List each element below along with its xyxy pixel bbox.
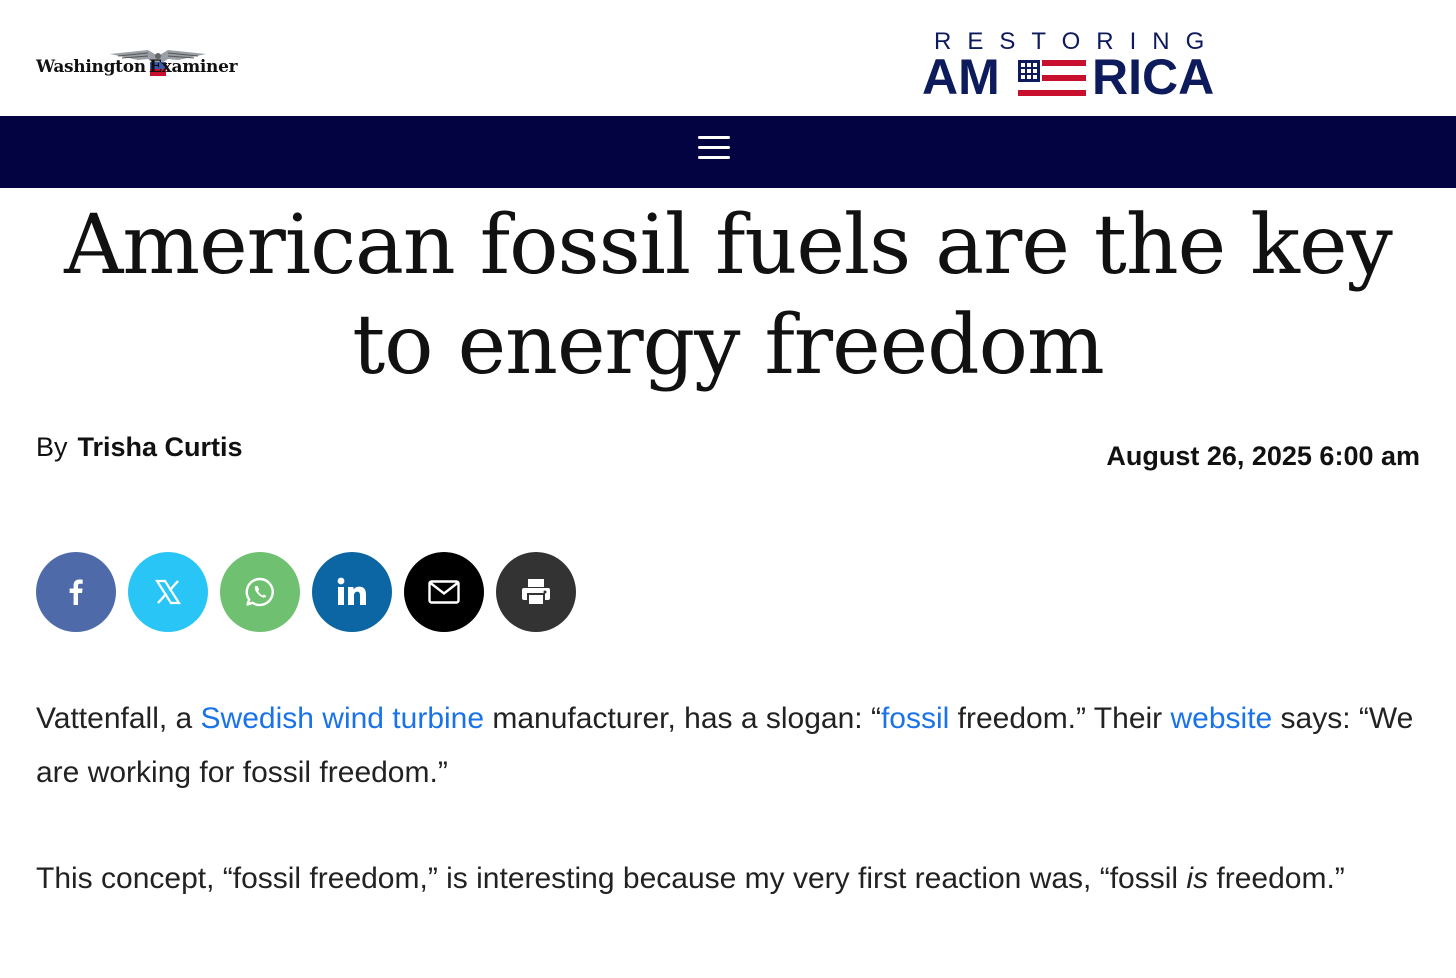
article-title: American fossil fuels are the key to ene… [64,198,1393,393]
logo-text-rica: RICA [1092,49,1215,105]
share-email-button[interactable] [404,552,484,632]
logo-text-washington: Washington [36,57,146,77]
site-header: Washington Examiner RESTORING AM RICA [0,0,1456,116]
fossil-link[interactable]: fossil [881,702,949,735]
logo-text-am: AM [922,49,1000,105]
swedish-wind-turbine-link[interactable]: Swedish wind turbine [201,702,485,735]
publish-date: August 26, 2025 6:00 am [1106,441,1420,471]
article-body: Vattenfall, a Swedish wind turbine manuf… [36,692,1426,958]
flag-e-icon [1018,60,1086,96]
restoring-america-logo[interactable]: RESTORING AM RICA [922,28,1226,105]
hamburger-icon[interactable] [698,136,730,160]
byline: By Trisha Curtis [36,432,243,463]
paragraph: This concept, “fossil freedom,” is inter… [36,862,1345,895]
byline-prefix: By [36,432,68,462]
share-print-button[interactable] [496,552,576,632]
emphasis-text: is [1186,862,1209,895]
paragraph: Vattenfall, a Swedish wind turbine manuf… [36,702,1414,789]
share-x-button[interactable] [128,552,208,632]
print-icon [522,579,550,606]
logo-text-examiner: Examiner [149,57,238,77]
linkedin-icon [337,577,366,605]
x-icon [155,579,181,605]
author-link[interactable]: Trisha Curtis [78,432,243,462]
whatsapp-icon [245,577,274,607]
washington-examiner-logo[interactable]: Washington Examiner [36,44,238,84]
share-whatsapp-button[interactable] [220,552,300,632]
email-icon [428,580,460,604]
share-facebook-button[interactable] [36,552,116,632]
share-linkedin-button[interactable] [312,552,392,632]
facebook-icon [69,579,83,605]
website-link[interactable]: website [1171,702,1273,735]
